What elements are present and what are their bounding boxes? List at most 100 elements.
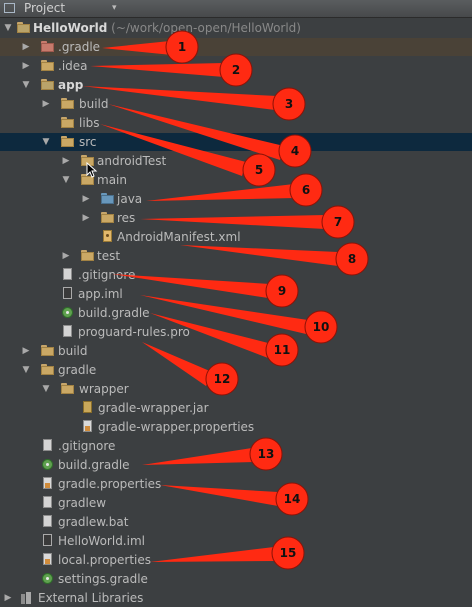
tree-row-label: gradle-wrapper.properties [98,420,255,434]
tree-row-gradle-props[interactable]: gradle.properties [0,475,472,493]
tree-row-label: local.properties [58,553,152,567]
collapsed-arrow-icon[interactable]: ▶ [81,209,91,227]
collapsed-arrow-icon[interactable]: ▶ [21,342,31,360]
tree-row-label: .idea [58,59,88,73]
tree-row-label: .gitignore [78,268,136,282]
expanded-arrow-icon[interactable]: ▼ [41,380,51,398]
tree-row-gitignore[interactable]: .gitignore [0,437,472,455]
tree-row-idea[interactable]: ▶ .idea [0,57,472,75]
tree-row-wrapper-props[interactable]: gradle-wrapper.properties [0,418,472,436]
tree-row-label: gradle [58,363,97,377]
source-folder-icon [101,193,114,205]
tree-row-app-build-gradle[interactable]: build.gradle [0,304,472,322]
tree-row-java[interactable]: ▶ java [0,190,472,208]
folder-icon [41,345,54,357]
collapsed-arrow-icon[interactable]: ▶ [21,57,31,75]
tree-row-main[interactable]: ▼ main [0,171,472,189]
tree-row-label: java [117,192,143,206]
tree-row-label: test [97,249,121,263]
tree-row-label: settings.gradle [58,572,148,586]
resource-folder-icon [101,212,114,224]
properties-file-icon [41,553,54,566]
tree-row-test[interactable]: ▶ test [0,247,472,265]
folder-icon [61,117,74,129]
tree-row-androidtest[interactable]: ▶ androidTest [0,152,472,170]
tree-row-local-props[interactable]: local.properties [0,551,472,569]
tree-row-gradle[interactable]: ▼ gradle [0,361,472,379]
project-view-icon [4,3,15,13]
text-file-icon [41,515,54,528]
collapsed-arrow-icon[interactable]: ▶ [61,247,71,265]
tree-row-gradlew-bat[interactable]: gradlew.bat [0,513,472,531]
properties-file-icon [41,477,54,490]
tree-row-app[interactable]: ▼ app [0,76,472,94]
tree-row-app-gitignore[interactable]: .gitignore [0,266,472,284]
collapsed-arrow-icon[interactable]: ▶ [41,95,51,113]
gradle-icon [62,307,73,318]
text-file-icon [41,439,54,452]
expanded-arrow-icon[interactable]: ▼ [61,171,71,189]
tree-row-label: main [97,173,127,187]
library-icon [21,592,33,604]
tree-row-gradlew[interactable]: gradlew [0,494,472,512]
expanded-arrow-icon[interactable]: ▼ [41,133,51,151]
tree-row-proguard[interactable]: proguard-rules.pro [0,323,472,341]
tree-row-helloworld[interactable]: ▼ HelloWorld (~/work/open-open/HelloWorl… [0,19,472,37]
collapsed-arrow-icon[interactable]: ▶ [21,38,31,56]
tree-row-wrapper-jar[interactable]: gradle-wrapper.jar [0,399,472,417]
folder-icon [61,383,74,395]
tree-row-libs[interactable]: libs [0,114,472,132]
tree-row-label: gradle-wrapper.jar [98,401,209,415]
tree-row-label: gradlew.bat [58,515,129,529]
project-path: (~/work/open-open/HelloWorld) [107,21,301,35]
expanded-arrow-icon[interactable]: ▼ [3,19,13,37]
expanded-arrow-icon[interactable]: ▼ [21,361,31,379]
tree-row-label: AndroidManifest.xml [117,230,241,244]
tree-row-label: build [58,344,88,358]
tree-row-helloworld-iml[interactable]: HelloWorld.iml [0,532,472,550]
folder-icon [61,136,74,148]
tree-row-label: gradlew [58,496,107,510]
tree-row-label: HelloWorld [33,21,108,35]
tree-row-label: app.iml [78,287,123,301]
folder-icon [41,60,54,72]
iml-file-icon [41,534,54,547]
tree-row-settings-gradle[interactable]: settings.gradle [0,570,472,588]
collapsed-arrow-icon[interactable]: ▶ [61,152,71,170]
properties-file-icon [81,420,94,433]
collapsed-arrow-icon[interactable]: ▶ [81,190,91,208]
chevron-down-icon[interactable]: ▾ [112,0,117,17]
expanded-arrow-icon[interactable]: ▼ [21,76,31,94]
iml-file-icon [61,287,74,300]
tree-row-build-gradle[interactable]: build.gradle [0,456,472,474]
module-folder-icon [41,79,54,91]
jar-file-icon [81,401,94,414]
tree-row-external-libraries[interactable]: ▶ External Libraries [0,589,472,607]
tree-row-label: HelloWorld.iml [58,534,145,548]
tree-row-label: res [117,211,136,225]
tree-row-label: proguard-rules.pro [78,325,190,339]
tree-row-label: libs [79,116,100,130]
collapsed-arrow-icon[interactable]: ▶ [3,589,13,607]
tree-row-build[interactable]: ▶ build [0,342,472,360]
module-folder-icon [17,22,30,34]
tree-row-wrapper[interactable]: ▼ wrapper [0,380,472,398]
tree-row-label: build [79,97,109,111]
mouse-cursor-icon [86,162,98,178]
tree-row-label: androidTest [97,154,167,168]
project-panel-header: Project ▾ [0,0,472,18]
tree-row-app-build[interactable]: ▶ build [0,95,472,113]
text-file-icon [41,496,54,509]
tree-row-label: .gradle [58,40,101,54]
text-file-icon [61,325,74,338]
tree-row-label: .gitignore [58,439,116,453]
tree-row-gradle-dir[interactable]: ▶ .gradle [0,38,472,56]
tree-row-res[interactable]: ▶ res [0,209,472,227]
tree-row-app-iml[interactable]: app.iml [0,285,472,303]
panel-title[interactable]: Project [24,0,65,17]
tree-row-manifest[interactable]: AndroidManifest.xml [0,228,472,246]
folder-excluded-icon [41,41,54,53]
tree-row-src[interactable]: ▼ src [0,133,472,151]
folder-icon [81,250,94,262]
text-file-icon [61,268,74,281]
